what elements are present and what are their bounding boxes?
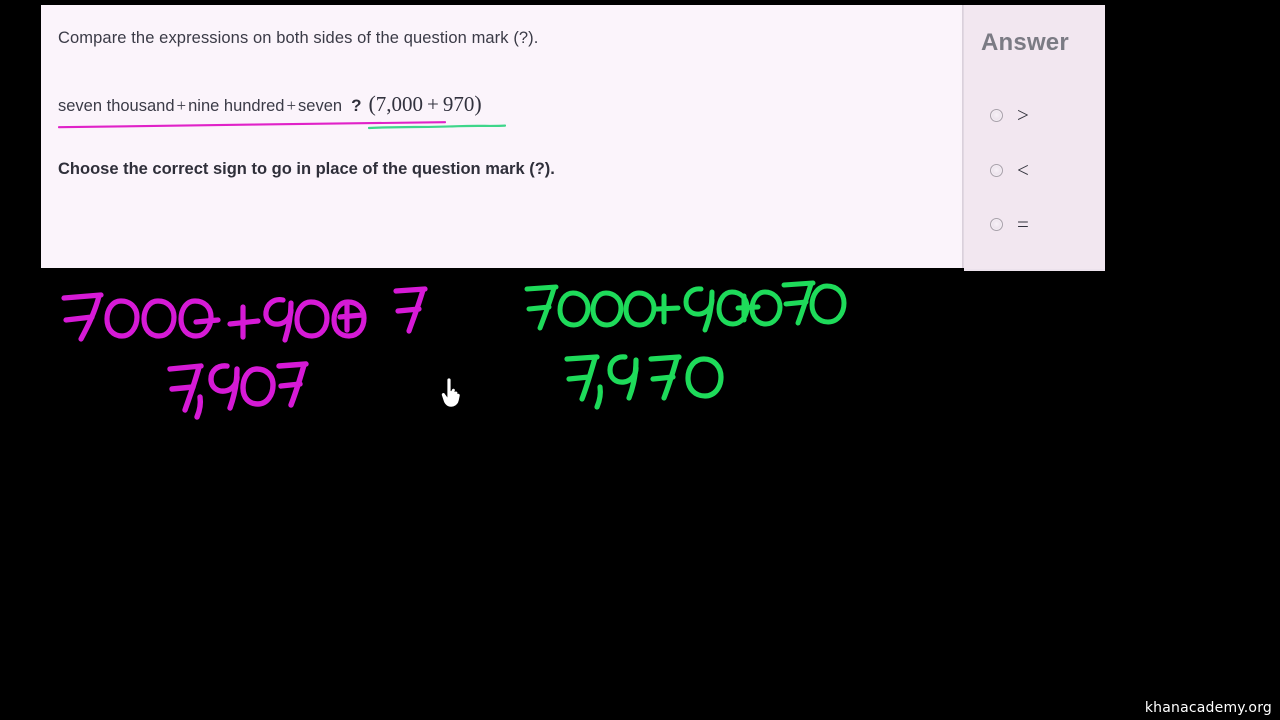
left-term-3: seven: [298, 97, 343, 115]
choice-symbol-greater-than: >: [1017, 102, 1029, 127]
answer-choice-less-than[interactable]: <: [990, 159, 1029, 181]
left-term-1: seven thousand: [58, 97, 175, 115]
handwriting-left-line-2: [167, 361, 309, 420]
left-expression: seven thousand + nine hundred + seven: [58, 96, 446, 129]
open-paren: (: [368, 91, 376, 116]
problem-area: Compare the expressions on both sides of…: [41, 5, 962, 268]
khanacademy-watermark: khanacademy.org: [1144, 700, 1272, 716]
handwriting-right-seventy: [781, 280, 847, 326]
choose-sign-prompt: Choose the correct sign to go in place o…: [58, 160, 555, 178]
handwriting-right-line-2: [564, 354, 724, 410]
comparison-expression: seven thousand + nine hundred + seven ? (7,0…: [58, 91, 507, 130]
right-term-2: 970: [442, 92, 475, 116]
handwriting-left-line-1: [61, 292, 367, 343]
radio-button-equals[interactable]: [990, 217, 1003, 231]
handwriting-right-plus-2: [735, 293, 761, 323]
exercise-card: Compare the expressions on both sides of…: [41, 5, 1105, 271]
radio-button-greater-than[interactable]: [990, 108, 1003, 122]
answer-choice-equals[interactable]: =: [990, 213, 1029, 235]
answer-choice-greater-than[interactable]: >: [990, 104, 1029, 126]
handwriting-right-line-1: [524, 284, 783, 333]
right-underline-annotation: [368, 124, 507, 130]
left-term-2: nine hundred: [188, 97, 285, 115]
handwriting-left-plus-2: [337, 301, 365, 333]
right-term-1: 7,000: [375, 92, 424, 116]
answer-panel-title: Answer: [981, 29, 1069, 56]
close-paren: ): [474, 91, 482, 116]
handwriting-left-seven: [393, 286, 428, 334]
choice-symbol-less-than: <: [1017, 157, 1029, 182]
right-plus: +: [427, 92, 439, 116]
left-plus-2: +: [286, 96, 297, 115]
question-mark: ?: [351, 96, 362, 115]
right-expression: (7,000 +970): [368, 91, 507, 130]
left-plus-1: +: [176, 96, 187, 115]
instruction-text: Compare the expressions on both sides of…: [58, 29, 539, 47]
choice-symbol-equals: =: [1017, 211, 1029, 236]
mouse-cursor-pointing-hand: [440, 378, 461, 408]
radio-button-less-than[interactable]: [990, 163, 1003, 177]
answer-panel: Answer > < =: [964, 5, 1105, 271]
